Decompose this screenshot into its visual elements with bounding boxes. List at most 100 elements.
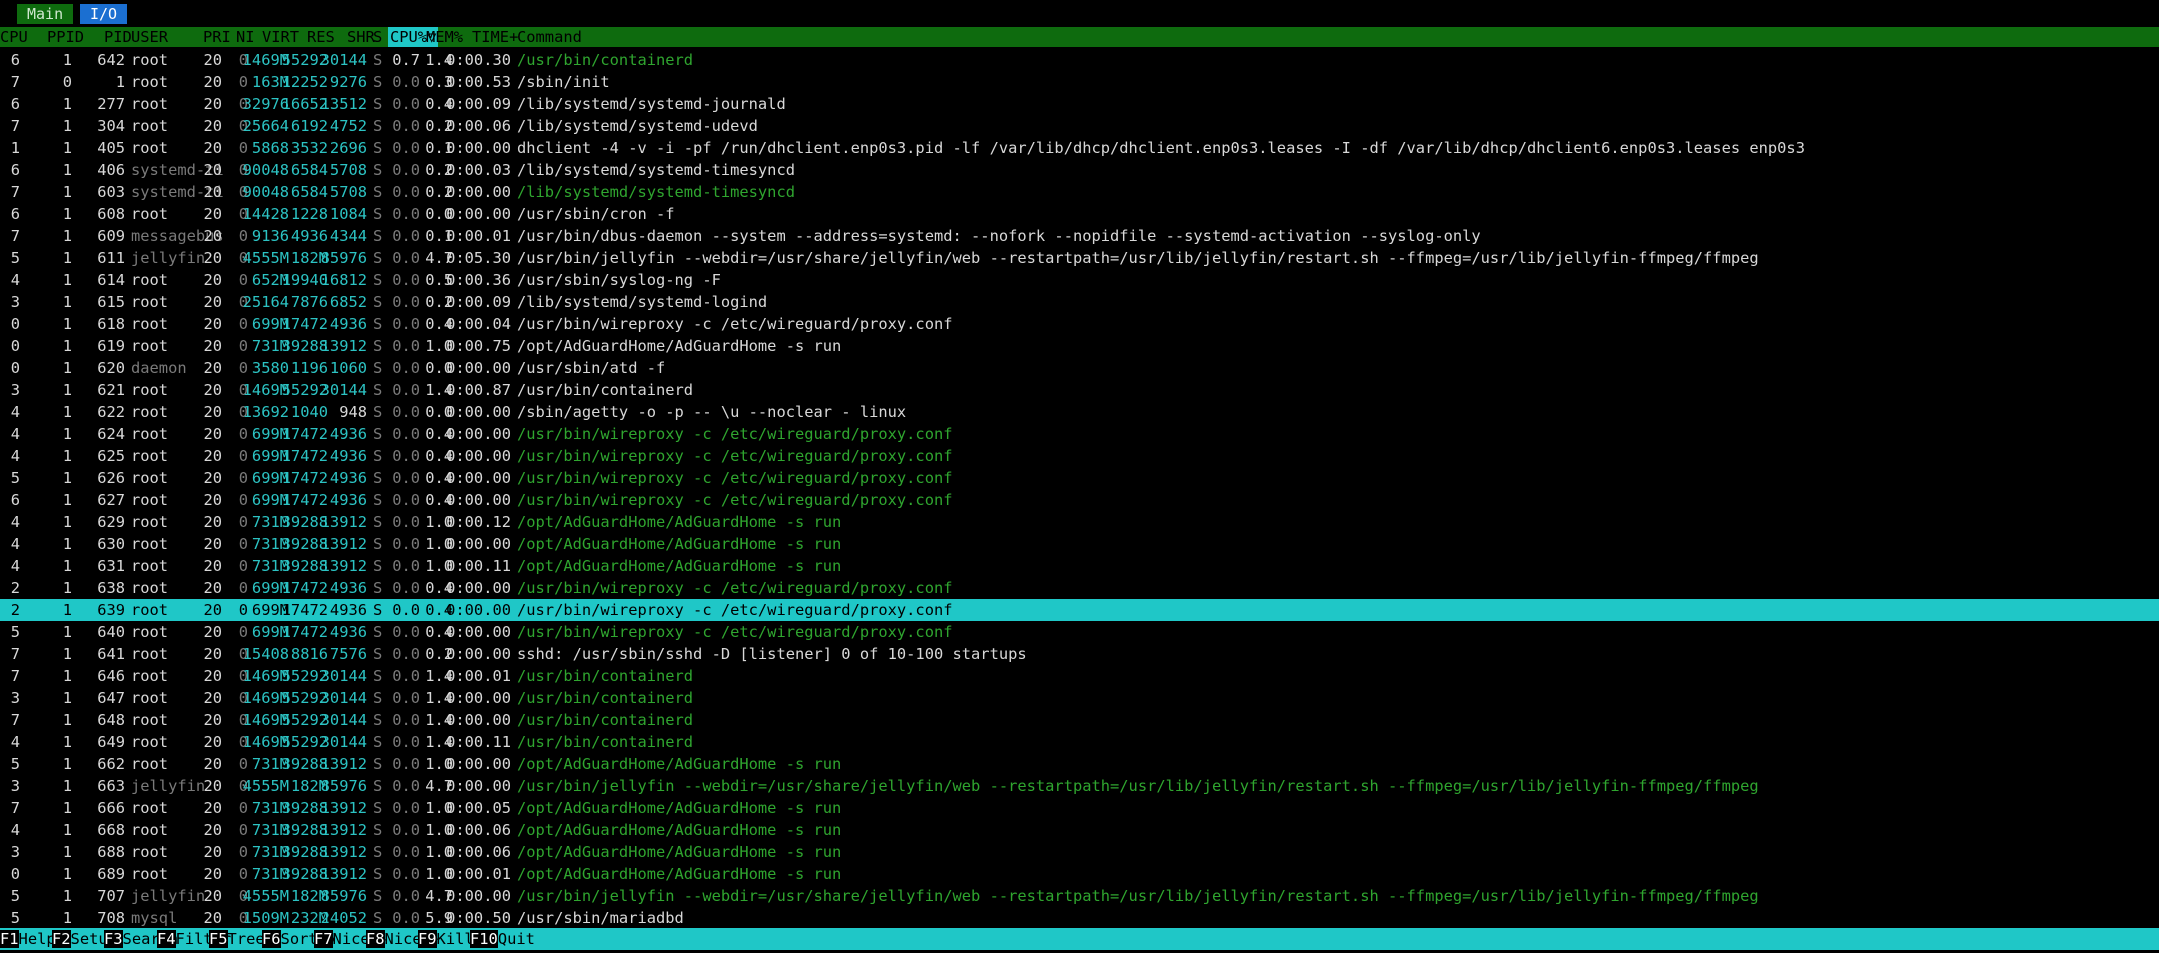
column-header-pid[interactable]: PID: [104, 27, 132, 47]
cell-cmd: /opt/AdGuardHome/AdGuardHome -s run: [517, 337, 842, 355]
column-header-time[interactable]: TIME+: [472, 27, 518, 47]
cell-cmd: /lib/systemd/systemd-timesyncd: [517, 183, 795, 201]
process-row[interactable]: 4 1 622 root 20 0 13692 1040 948 S 0.0 0.0 0:00.00/s…: [0, 401, 2159, 423]
cell-time: 0:00.00: [446, 645, 511, 663]
fkey-tree[interactable]: F5Tree: [209, 928, 265, 950]
cell-pri: 20: [203, 381, 222, 399]
cell-time: 0:00.00: [446, 711, 511, 729]
tab-main[interactable]: Main: [17, 4, 74, 24]
process-row[interactable]: 3 1 647 root 20 0 1469M 55292 30144 S 0.0 1.4 0:00.0…: [0, 687, 2159, 709]
process-row[interactable]: 0 1 618 root 20 0 699M 17472 4936 S 0.0 0.4 0:00.04/…: [0, 313, 2159, 335]
process-row[interactable]: 0 1 620 daemon 20 0 3580 1196 1060 S 0.0 0.0 0:00.00…: [0, 357, 2159, 379]
process-row[interactable]: 4 1 649 root 20 0 1469M 55292 30144 S 0.0 1.4 0:00.1…: [0, 731, 2159, 753]
cell-cmd: /opt/AdGuardHome/AdGuardHome -s run: [517, 535, 842, 553]
process-row[interactable]: 5 1 626 root 20 0 699M 17472 4936 S 0.0 0.4 0:00.00/…: [0, 467, 2159, 489]
cell-user: root: [131, 865, 169, 883]
column-header-mem[interactable]: MEM%: [426, 27, 463, 47]
fkey-help[interactable]: F1Help: [0, 928, 56, 950]
tab-bar: Main I/O: [0, 0, 2159, 26]
process-row[interactable]: 5 1 640 root 20 0 699M 17472 4936 S 0.0 0.4 0:00.00/…: [0, 621, 2159, 643]
column-header-cpu[interactable]: CPU: [0, 27, 28, 47]
cell-time: 0:00.75: [446, 337, 511, 355]
process-row[interactable]: 2 1 639 root 20 0 699M 17472 4936 S 0.0 0.4 0:00.00/…: [0, 599, 2159, 621]
process-row[interactable]: 4 1 624 root 20 0 699M 17472 4936 S 0.0 0.4 0:00.00/…: [0, 423, 2159, 445]
cell-ppid: 1: [62, 557, 72, 575]
cell-cmd: /opt/AdGuardHome/AdGuardHome -s run: [517, 843, 842, 861]
cell-ni: 0: [238, 557, 248, 575]
column-header-s[interactable]: S: [373, 27, 382, 47]
cell-ni: 0: [238, 359, 248, 377]
process-row[interactable]: 6 1 642 root 20 0 1469M 55292 30144 S 0.7 1.4 0:00.3…: [0, 49, 2159, 71]
cell-user: root: [131, 117, 169, 135]
process-row[interactable]: 5 1 662 root 20 0 731M 39288 13912 S 0.0 1.0 0:00.00…: [0, 753, 2159, 775]
fkey-quit[interactable]: F10Quit: [470, 928, 535, 950]
cell-user: root: [131, 315, 169, 333]
tab-io[interactable]: I/O: [80, 4, 128, 24]
process-row[interactable]: 7 1 641 root 20 0 15408 8816 7576 S 0.0 0.2 0:00.00 s…: [0, 643, 2159, 665]
process-row[interactable]: 4 1 668 root 20 0 731M 39288 13912 S 0.0 1.0 0:00.06…: [0, 819, 2159, 841]
cell-pri: 20: [203, 865, 222, 883]
process-row[interactable]: 7 1 646 root 20 0 1469M 55292 30144 S 0.0 1.4 0:00.0…: [0, 665, 2159, 687]
cell-ni: 0: [238, 227, 248, 245]
process-row[interactable]: 3 1 688 root 20 0 731M 39288 13912 S 0.0 1.0 0:00.06…: [0, 841, 2159, 863]
column-header-pri[interactable]: PRI: [203, 27, 231, 47]
cell-shr: 4344: [329, 227, 367, 245]
column-header-user[interactable]: USER: [131, 27, 168, 47]
process-row[interactable]: 0 1 689 root 20 0 731M 39288 13912 S 0.0 1.0 0:00.01…: [0, 863, 2159, 885]
cell-user: mysql: [131, 909, 178, 927]
process-row[interactable]: 5 1 707 jellyfin 20 0 4555M 182M 85976 S 0.0 4.7 0:0…: [0, 885, 2159, 907]
cell-cpupct: 0.0: [392, 711, 420, 729]
cell-pid: 608: [97, 205, 125, 223]
cell-user: root: [131, 623, 169, 641]
cell-res: 6584: [290, 161, 328, 179]
process-row[interactable]: 4 1 631 root 20 0 731M 39288 13912 S 0.0 1.0 0:00.11…: [0, 555, 2159, 577]
cell-s: S: [373, 271, 383, 289]
process-row[interactable]: 3 1 615 root 20 0 25164 7876 6852 S 0.0 0.2 0:00.09/…: [0, 291, 2159, 313]
process-row[interactable]: 7 0 1 root 20 0 163M 12252 9276 S 0.0 0.3 0:00.53/sb…: [0, 71, 2159, 93]
cell-ppid: 1: [62, 249, 72, 267]
process-row[interactable]: 5 1 708 mysql 20 0 1509M 232M 24052 S 0.0 5.9 0:00.5…: [0, 907, 2159, 929]
column-header-ni[interactable]: NI: [236, 27, 255, 47]
column-header-shr[interactable]: SHR: [347, 27, 375, 47]
cell-virt: 4555M: [242, 249, 289, 267]
cell-pri: 20: [203, 711, 222, 729]
cell-time: 0:00.12: [446, 513, 511, 531]
process-row[interactable]: 7 1 648 root 20 0 1469M 55292 30144 S 0.0 1.4 0:00.0…: [0, 709, 2159, 731]
cell-cmd: sshd: /usr/sbin/sshd -D [listener] 0 of …: [517, 645, 1027, 663]
process-row[interactable]: 6 1 608 root 20 0 14428 1228 1084 S 0.0 0.0 0:00.00/…: [0, 203, 2159, 225]
cell-cpu: 7: [10, 711, 20, 729]
cell-shr: 30144: [320, 733, 367, 751]
process-row[interactable]: 4 1 630 root 20 0 731M 39288 13912 S 0.0 1.0 0:00.00…: [0, 533, 2159, 555]
column-header-command[interactable]: Command: [517, 27, 582, 47]
column-header-ppid[interactable]: PPID: [47, 27, 84, 47]
cell-pid: 646: [97, 667, 125, 685]
process-row[interactable]: 6 1 627 root 20 0 699M 17472 4936 S 0.0 0.4 0:00.00/…: [0, 489, 2159, 511]
process-row[interactable]: 5 1 611 jellyfin 20 0 4555M 182M 85976 S 0.0 4.7 0:0…: [0, 247, 2159, 269]
process-row[interactable]: 2 1 638 root 20 0 699M 17472 4936 S 0.0 0.4 0:00.00/…: [0, 577, 2159, 599]
process-row[interactable]: 7 1 304 root 20 0 25664 6192 4752 S 0.0 0.2 0:00.06/…: [0, 115, 2159, 137]
cell-time: 0:00.00: [446, 447, 511, 465]
fkey-kill[interactable]: F9Kill: [418, 928, 474, 950]
cell-shr: 4936: [329, 425, 367, 443]
column-header-res[interactable]: RES: [307, 27, 335, 47]
process-row[interactable]: 7 1 603 systemd-ti 20 0 90048 6584 5708 S 0.0 0.2 0:…: [0, 181, 2159, 203]
cell-shr: 4936: [329, 491, 367, 509]
process-row[interactable]: 4 1 614 root 20 0 652M 19940 16812 S 0.0 0.5 0:00.36…: [0, 269, 2159, 291]
process-row[interactable]: 4 1 625 root 20 0 699M 17472 4936 S 0.0 0.4 0:00.00/…: [0, 445, 2159, 467]
cell-user: root: [131, 469, 169, 487]
process-row[interactable]: 7 1 666 root 20 0 731M 39288 13912 S 0.0 1.0 0:00.05…: [0, 797, 2159, 819]
process-row[interactable]: 6 1 277 root 20 0 32976 16652 13512 S 0.0 0.4 0:00.0…: [0, 93, 2159, 115]
process-list[interactable]: 6 1 642 root 20 0 1469M 55292 30144 S 0.7 1.4 0:00.3…: [0, 49, 2159, 929]
process-row[interactable]: 7 1 609 messagebus 20 0 9136 4936 4344 S 0.0 0.1 0:0…: [0, 225, 2159, 247]
process-row[interactable]: 3 1 663 jellyfin 20 0 4555M 182M 85976 S 0.0 4.7 0:0…: [0, 775, 2159, 797]
process-row[interactable]: 1 1 405 root 20 0 5868 3532 2696 S 0.0 0.1 0:00.00 dh…: [0, 137, 2159, 159]
cell-ppid: 1: [62, 161, 72, 179]
process-row[interactable]: 6 1 406 systemd-ti 20 0 90048 6584 5708 S 0.0 0.2 0:…: [0, 159, 2159, 181]
cell-virt: 1509M: [242, 909, 289, 927]
cell-user: root: [131, 293, 169, 311]
cell-ni: 0: [238, 535, 248, 553]
process-row[interactable]: 3 1 621 root 20 0 1469M 55292 30144 S 0.0 1.4 0:00.8…: [0, 379, 2159, 401]
process-row[interactable]: 4 1 629 root 20 0 731M 39288 13912 S 0.0 1.0 0:00.12…: [0, 511, 2159, 533]
process-row[interactable]: 0 1 619 root 20 0 731M 39288 13912 S 0.0 1.0 0:00.75…: [0, 335, 2159, 357]
column-header-virt[interactable]: VIRT: [262, 27, 299, 47]
